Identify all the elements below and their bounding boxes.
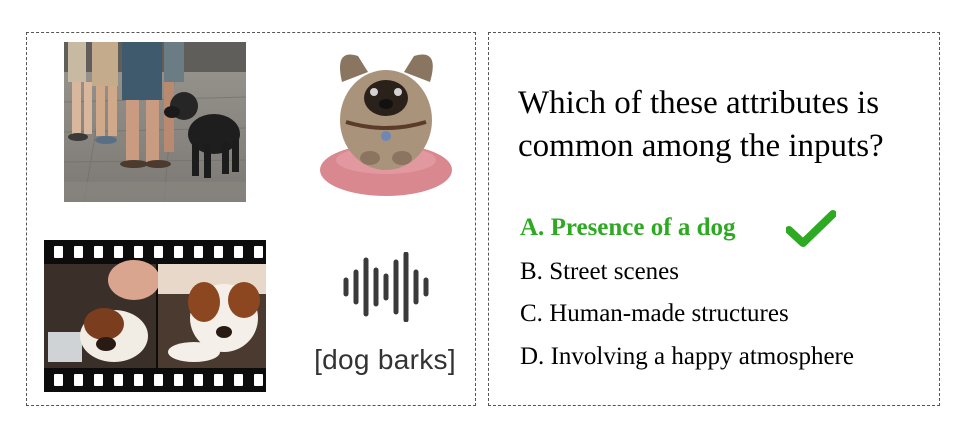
answer-letter: A. — [520, 214, 545, 241]
answer-text: Human-made structures — [549, 300, 789, 327]
answer-text: Involving a happy atmosphere — [550, 343, 854, 370]
check-icon — [786, 210, 836, 247]
answer-text: Presence of a dog — [550, 214, 736, 241]
answer-option-a: A. Presence of a dog — [520, 214, 735, 242]
answer-letter: B. — [520, 258, 543, 285]
answer-text: Street scenes — [549, 258, 679, 285]
answer-option-d: D. Involving a happy atmosphere — [520, 343, 854, 371]
question-text: Which of these attributes is common amon… — [518, 85, 884, 164]
answer-letter: D. — [520, 343, 545, 370]
sound-wave-icon — [343, 252, 429, 322]
puppy-video-filmstrip — [44, 240, 266, 392]
audio-caption: [dog barks] — [314, 344, 456, 375]
street-dog-photo — [64, 42, 246, 202]
plush-dog-image — [312, 42, 460, 202]
answer-option-c: C. Human-made structures — [520, 300, 789, 328]
answer-letter: C. — [520, 300, 543, 327]
answer-option-b: B. Street scenes — [520, 258, 679, 286]
